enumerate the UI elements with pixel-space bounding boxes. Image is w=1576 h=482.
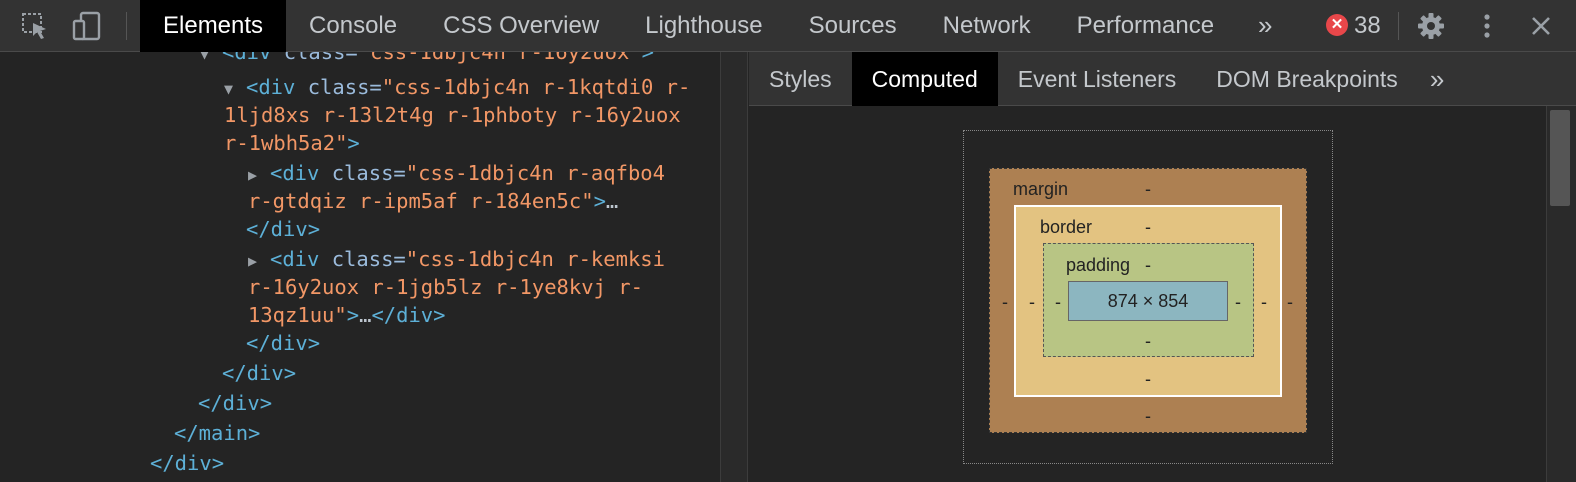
padding-top-value[interactable]: - bbox=[1145, 255, 1151, 275]
more-side-tabs-icon[interactable]: » bbox=[1418, 52, 1456, 106]
border-right-value[interactable]: - bbox=[1261, 292, 1267, 312]
tab-performance[interactable]: Performance bbox=[1054, 0, 1237, 52]
dom-node-line: </div> bbox=[246, 217, 321, 241]
close-icon[interactable] bbox=[1524, 10, 1558, 42]
toolbar-divider bbox=[126, 12, 127, 40]
box-model-content-size[interactable]: 874 × 854 bbox=[1068, 281, 1228, 321]
elements-dom-tree[interactable]: ▼ <div class="css-1dbjc4n r-16y2uox"> ▼ <d… bbox=[0, 52, 720, 482]
tab-elements[interactable]: Elements bbox=[140, 0, 287, 52]
toolbar-divider bbox=[1398, 12, 1399, 40]
expand-triangle-icon[interactable]: ▼ bbox=[200, 52, 222, 69]
tab-computed[interactable]: Computed bbox=[851, 52, 998, 106]
dom-node-line: r-16y2uox r-1jgb5lz r-1ye8kvj r- bbox=[248, 275, 643, 299]
tab-console[interactable]: Console bbox=[286, 0, 420, 52]
devtools-toolbar: Elements Console CSS Overview Lighthouse… bbox=[0, 0, 1576, 52]
device-toolbar-icon[interactable] bbox=[70, 10, 104, 42]
padding-label: padding bbox=[1066, 255, 1131, 275]
tab-network[interactable]: Network bbox=[920, 0, 1054, 52]
inspect-element-icon[interactable] bbox=[18, 10, 52, 42]
margin-top-value[interactable]: - bbox=[1145, 179, 1151, 199]
dom-node-line: </div> bbox=[150, 451, 225, 475]
margin-left-value[interactable]: - bbox=[1002, 292, 1008, 312]
tab-event-listeners[interactable]: Event Listeners bbox=[998, 52, 1197, 106]
tab-styles[interactable]: Styles bbox=[749, 52, 852, 106]
error-icon[interactable]: ✕ bbox=[1326, 14, 1348, 36]
padding-bottom-value[interactable]: - bbox=[1145, 331, 1151, 351]
error-count[interactable]: 38 bbox=[1354, 0, 1381, 52]
kebab-menu-icon[interactable] bbox=[1470, 10, 1504, 42]
tab-sources[interactable]: Sources bbox=[786, 0, 920, 52]
dom-node-line: 13qz1uu">…</div> bbox=[248, 303, 446, 327]
dom-node-line: </div> bbox=[246, 331, 321, 355]
scrollbar-thumb[interactable] bbox=[1550, 110, 1570, 206]
margin-bottom-value[interactable]: - bbox=[1145, 406, 1151, 426]
dom-node-line[interactable]: ▼ <div class="css-1dbjc4n r-1kqtdi0 r- bbox=[224, 72, 690, 102]
border-label: border bbox=[1040, 217, 1093, 237]
main-tabs: Elements Console CSS Overview Lighthouse… bbox=[140, 0, 1237, 52]
border-top-value[interactable]: - bbox=[1145, 217, 1151, 237]
border-bottom-value[interactable]: - bbox=[1145, 369, 1151, 389]
more-tabs-icon[interactable]: » bbox=[1258, 0, 1272, 52]
tab-dom-breakpoints[interactable]: DOM Breakpoints bbox=[1196, 52, 1418, 106]
side-panel-tabs: Styles Computed Event Listeners DOM Brea… bbox=[749, 52, 1576, 106]
dom-node-line: 1ljd8xs r-13l2t4g r-1phboty r-16y2uox bbox=[224, 103, 681, 127]
dom-node-line: r-1wbh5a2"> bbox=[224, 131, 360, 155]
padding-left-value[interactable]: - bbox=[1055, 292, 1061, 312]
dom-node-line[interactable]: ▼ <div class="css-1dbjc4n r-16y2uox"> bbox=[200, 52, 654, 67]
dom-node-line[interactable]: ▶ <div class="css-1dbjc4n r-kemksi bbox=[248, 244, 665, 274]
dom-node-line[interactable]: ▶ <div class="css-1dbjc4n r-aqfbo4 bbox=[248, 158, 665, 188]
tab-lighthouse[interactable]: Lighthouse bbox=[622, 0, 785, 52]
tab-css-overview[interactable]: CSS Overview bbox=[420, 0, 622, 52]
settings-gear-icon[interactable] bbox=[1414, 10, 1448, 42]
dom-node-line: </div> bbox=[222, 361, 297, 385]
margin-right-value[interactable]: - bbox=[1287, 292, 1293, 312]
padding-right-value[interactable]: - bbox=[1235, 292, 1241, 312]
border-left-value[interactable]: - bbox=[1029, 292, 1035, 312]
margin-label: margin bbox=[1013, 179, 1069, 199]
panel-splitter[interactable] bbox=[720, 52, 748, 482]
dom-node-line: </main> bbox=[174, 421, 261, 445]
dom-node-line: </div> bbox=[198, 391, 273, 415]
dom-node-line: r-gtdqiz r-ipm5af r-184en5c">… bbox=[248, 189, 619, 213]
